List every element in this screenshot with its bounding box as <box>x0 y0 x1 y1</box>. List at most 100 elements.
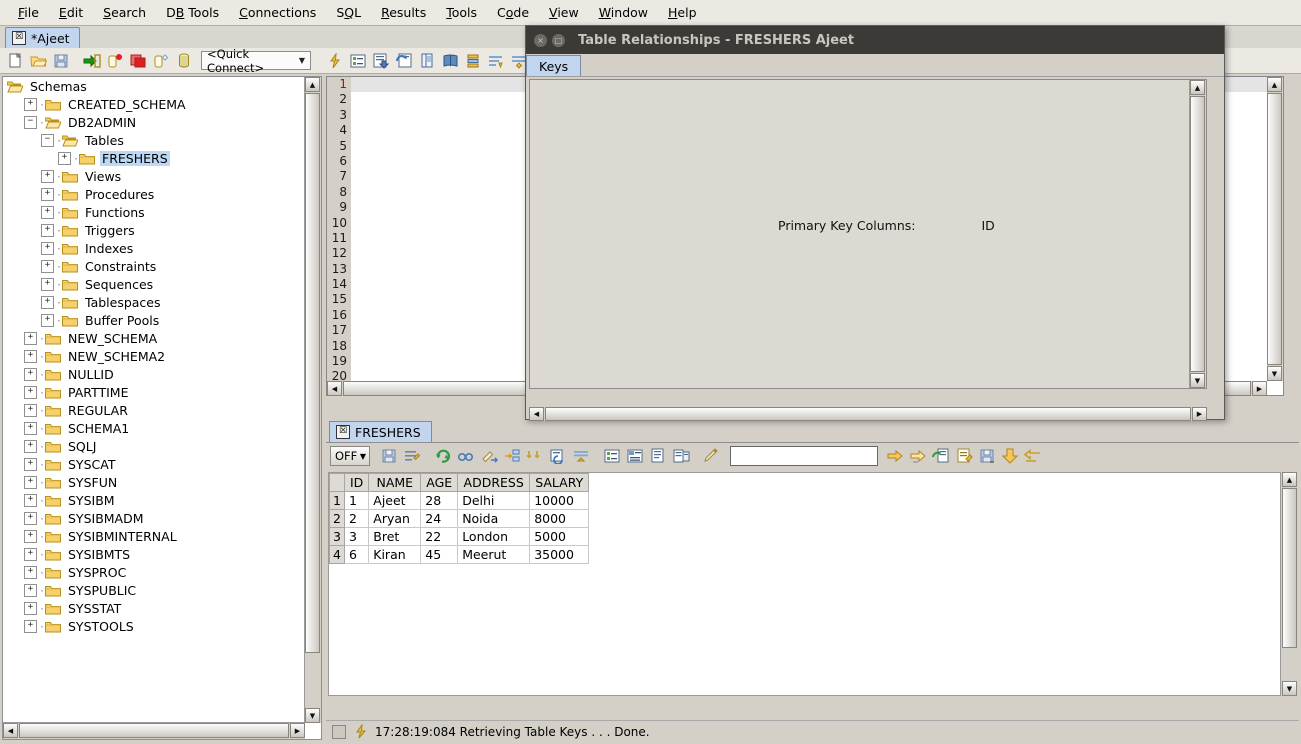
refresh-icon[interactable] <box>432 445 454 467</box>
tree-node-sequences[interactable]: + · Sequences <box>3 275 304 293</box>
cell-name[interactable]: Bret <box>368 527 422 546</box>
grid-corner-cell[interactable] <box>329 473 345 492</box>
menu-item-code[interactable]: Code <box>487 2 539 23</box>
cell-id[interactable]: 2 <box>343 509 370 528</box>
cell-salary[interactable]: 10000 <box>529 491 590 510</box>
menu-item-edit[interactable]: Edit <box>49 2 93 23</box>
tree-node-sysibm[interactable]: + · SYSIBM <box>3 491 304 509</box>
expand-icon[interactable]: + <box>24 403 37 417</box>
cell-address[interactable]: Meerut <box>457 545 531 564</box>
close-icon[interactable]: ☒ <box>12 31 26 45</box>
expand-icon[interactable]: + <box>24 385 37 399</box>
grid-view-icon[interactable] <box>601 445 623 467</box>
cell-id[interactable]: 6 <box>343 545 370 564</box>
column-header-name[interactable]: NAME <box>368 473 422 492</box>
tree-node-constraints[interactable]: + · Constraints <box>3 257 304 275</box>
menu-item-connections[interactable]: Connections <box>229 2 326 23</box>
collapse-icon[interactable]: − <box>24 115 37 129</box>
expand-icon[interactable]: + <box>41 259 54 273</box>
tree-node-sysibmts[interactable]: + · SYSIBMTS <box>3 545 304 563</box>
tree-vertical-scrollbar[interactable]: ▲ ▼ <box>304 77 321 723</box>
scrollbar-thumb[interactable] <box>1267 93 1282 365</box>
row-number-cell[interactable]: 2 <box>329 509 345 528</box>
cell-name[interactable]: Kiran <box>368 545 422 564</box>
download-icon[interactable] <box>999 445 1021 467</box>
cell-id[interactable]: 1 <box>343 491 370 510</box>
commit-mode-dropdown[interactable]: OFF ▼ <box>330 446 370 466</box>
scroll-left-icon[interactable]: ◀ <box>3 723 18 738</box>
cell-address[interactable]: Noida <box>457 509 531 528</box>
book-blue-icon[interactable] <box>439 50 461 72</box>
document-tab-ajeet[interactable]: ☒ *Ajeet <box>5 27 80 48</box>
column-header-id[interactable]: ID <box>343 473 370 492</box>
tree-node-db2admin[interactable]: − · DB2ADMIN <box>3 113 304 131</box>
stack-icon[interactable] <box>462 50 484 72</box>
row-number-cell[interactable]: 1 <box>329 491 345 510</box>
scroll-down-icon[interactable]: ▼ <box>305 708 320 723</box>
expand-icon[interactable]: + <box>24 493 37 507</box>
database-icon[interactable] <box>173 50 195 72</box>
expand-icon[interactable]: + <box>41 187 54 201</box>
tree-node-sysfun[interactable]: + · SYSFUN <box>3 473 304 491</box>
tree-node-parttime[interactable]: + · PARTTIME <box>3 383 304 401</box>
scrollbar-thumb[interactable] <box>19 723 289 738</box>
expand-icon[interactable]: + <box>41 313 54 327</box>
expand-icon[interactable]: + <box>24 601 37 615</box>
tree-node-sysstat[interactable]: + · SYSSTAT <box>3 599 304 617</box>
pivot-view-icon[interactable] <box>670 445 692 467</box>
new-file-icon[interactable] <box>4 50 26 72</box>
form-view-icon[interactable] <box>624 445 646 467</box>
cell-salary[interactable]: 35000 <box>529 545 590 564</box>
script-import-icon[interactable] <box>370 50 392 72</box>
expand-icon[interactable]: + <box>24 367 37 381</box>
cell-age[interactable]: 28 <box>420 491 459 510</box>
expand-icon[interactable]: + <box>24 583 37 597</box>
table-row[interactable]: 3 3 Bret 22 London 5000 <box>329 527 590 546</box>
edit-result-icon[interactable] <box>401 445 423 467</box>
expand-icon[interactable]: + <box>24 349 37 363</box>
expand-icon[interactable]: + <box>58 151 71 165</box>
tree-node-tables[interactable]: − · Tables <box>3 131 304 149</box>
quick-connect-dropdown[interactable]: <Quick Connect> ▼ <box>201 47 311 75</box>
menu-item-file[interactable]: File <box>8 2 49 23</box>
scroll-right-icon[interactable]: ▶ <box>1252 381 1267 396</box>
book-open-icon[interactable] <box>416 50 438 72</box>
scroll-up-icon[interactable]: ▲ <box>1267 77 1282 92</box>
script-refresh-icon[interactable] <box>393 50 415 72</box>
tree-node-systools[interactable]: + · SYSTOOLS <box>3 617 304 635</box>
tree-node-created-schema[interactable]: + · CREATED_SCHEMA <box>3 95 304 113</box>
menu-item-tools[interactable]: Tools <box>436 2 487 23</box>
row-number-cell[interactable]: 4 <box>329 545 345 564</box>
scroll-left-icon[interactable]: ◀ <box>529 407 544 421</box>
results-vertical-scrollbar[interactable]: ▲ ▼ <box>1282 472 1298 696</box>
tree-node-buffer-pools[interactable]: + · Buffer Pools <box>3 311 304 329</box>
scrollbar-thumb[interactable] <box>1190 96 1205 372</box>
editor-vertical-scrollbar[interactable]: ▲ ▼ <box>1267 77 1283 381</box>
save-file-icon[interactable] <box>50 50 72 72</box>
results-grid[interactable]: ID NAME AGE ADDRESS SALARY 1 1 Ajeet 28 Delhi 1000… <box>328 472 1281 696</box>
expand-icon[interactable]: + <box>24 421 37 435</box>
view-icon[interactable] <box>455 445 477 467</box>
table-row[interactable]: 4 6 Kiran 45 Meerut 35000 <box>329 545 590 564</box>
next-icon[interactable] <box>884 445 906 467</box>
expand-icon[interactable]: + <box>24 331 37 345</box>
scrollbar-thumb[interactable] <box>305 93 320 653</box>
highlighter-icon[interactable] <box>701 445 723 467</box>
scrollbar-thumb[interactable] <box>545 407 1191 421</box>
expand-icon[interactable]: + <box>24 457 37 471</box>
expand-icon[interactable]: + <box>24 547 37 561</box>
cell-address[interactable]: London <box>457 527 531 546</box>
export-icon[interactable] <box>930 445 952 467</box>
schema-tree[interactable]: Schemas + · CREATED_SCHEMA − · DB2ADMIN − · Table… <box>3 77 304 722</box>
tree-node-new-schema2[interactable]: + · NEW_SCHEMA2 <box>3 347 304 365</box>
tree-node-syscat[interactable]: + · SYSCAT <box>3 455 304 473</box>
rollback-icon[interactable] <box>150 50 172 72</box>
column-header-age[interactable]: AGE <box>420 473 459 492</box>
column-header-address[interactable]: ADDRESS <box>457 473 531 492</box>
expand-icon[interactable]: + <box>41 223 54 237</box>
transfer-icon[interactable] <box>1022 445 1044 467</box>
cell-age[interactable]: 22 <box>420 527 459 546</box>
scroll-right-icon[interactable]: ▶ <box>290 723 305 738</box>
dialog-vertical-scrollbar[interactable]: ▲ ▼ <box>1189 80 1206 388</box>
expand-icon[interactable]: + <box>24 529 37 543</box>
